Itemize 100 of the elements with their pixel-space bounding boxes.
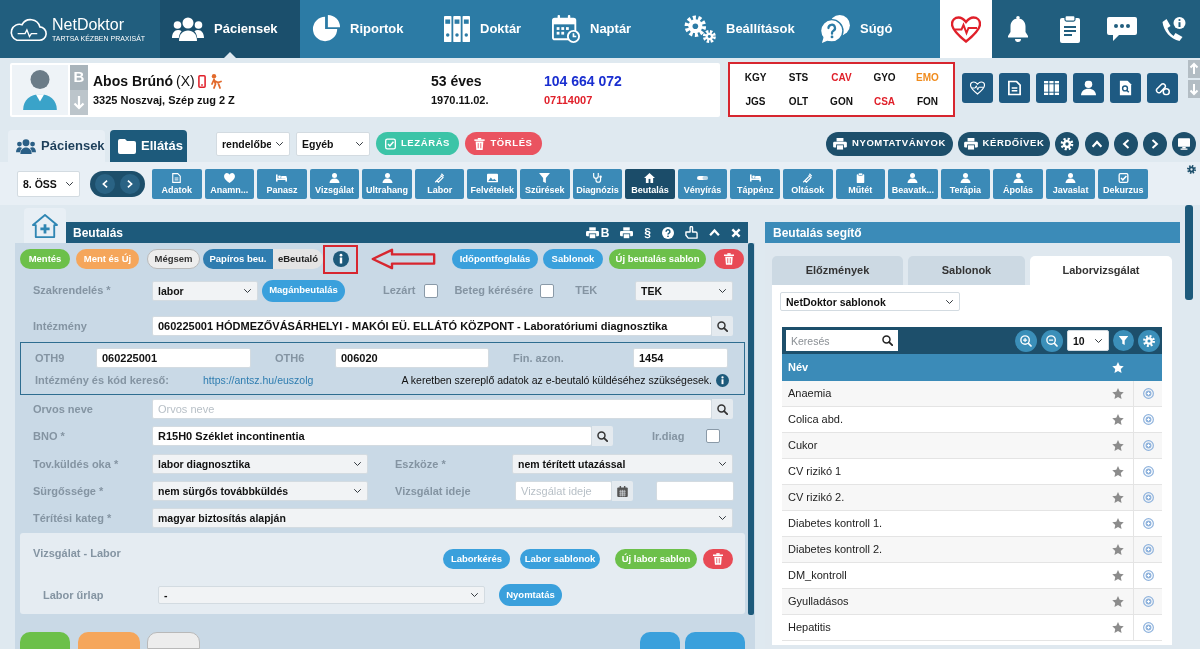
nav-tab[interactable]: Riportok (300, 0, 432, 58)
star-icon[interactable] (1112, 570, 1124, 581)
section-tab[interactable]: Dekurzus (1098, 168, 1148, 199)
section-tab[interactable]: Táppénz (730, 168, 780, 199)
reason-select[interactable]: labor diagnosztika (152, 454, 368, 474)
lab-request-button[interactable]: Laborkérés (443, 549, 510, 569)
person-icon[interactable] (1073, 73, 1104, 103)
code-field[interactable]: 060225001 (96, 348, 251, 368)
section-tab[interactable]: Ápolás (993, 168, 1043, 199)
plus-circle-icon[interactable] (1142, 596, 1154, 607)
star-icon[interactable] (1112, 440, 1124, 451)
print-b-button[interactable]: B (585, 226, 610, 239)
chevron-right-icon[interactable] (1143, 131, 1167, 156)
section-tab[interactable]: Felvételek (467, 168, 518, 199)
star-icon[interactable] (1112, 492, 1124, 503)
cancel-button[interactable]: Mégsem (147, 249, 200, 269)
document-search-icon[interactable] (1110, 73, 1141, 103)
plus-circle-icon[interactable] (1142, 570, 1154, 581)
section-select[interactable]: 8. ÖSS (17, 170, 80, 197)
phone-button[interactable] (1148, 0, 1200, 58)
settings-icon[interactable] (1187, 165, 1196, 174)
search-button[interactable] (876, 330, 898, 351)
chevron-up-icon[interactable] (1085, 131, 1109, 156)
section-sign-button[interactable]: § (644, 226, 651, 239)
star-icon[interactable] (1112, 596, 1124, 607)
scrollbar-thumb[interactable] (748, 243, 754, 615)
urgency-select[interactable]: nem sürgős továbbküldés (152, 481, 368, 501)
nav-tab[interactable]: Naptár (540, 0, 672, 58)
document-icon[interactable] (999, 73, 1030, 103)
section-tab[interactable]: Szűrések (520, 168, 570, 199)
zoom-out-icon[interactable] (1041, 329, 1063, 352)
search-button[interactable] (592, 426, 613, 446)
institution-field[interactable]: 060225001 HÓDMEZŐVÁSÁRHELYI - MAKÓI EÜ. ELLÁTÓ KÖZPONT - Laboratóriumi diagnosztika (152, 316, 712, 336)
star-icon[interactable] (1112, 414, 1124, 425)
date-field[interactable]: Vizsgálat ideje (515, 481, 612, 501)
chevron-right-icon[interactable] (120, 173, 140, 194)
diagnosis-field[interactable]: R15H0 Széklet incontinentia (152, 426, 592, 446)
lab-templates-button[interactable]: Labor sablonok (520, 549, 600, 569)
code-field[interactable]: 006020 (335, 348, 489, 368)
location-select[interactable]: rendelőbe (216, 131, 290, 156)
nav-tab[interactable]: Doktár (432, 0, 540, 58)
nav-tab[interactable]: Páciensek (160, 0, 300, 58)
hand-icon[interactable] (685, 226, 698, 239)
mode-toggle[interactable]: eBeutaló (273, 249, 323, 269)
questionnaires-button[interactable]: KÉRDŐÍVEK (958, 131, 1050, 156)
star-icon[interactable] (1112, 466, 1124, 477)
heart-pulse-button[interactable] (940, 0, 992, 58)
print-button[interactable]: Nyomtatás (499, 584, 562, 606)
checkbox[interactable] (706, 429, 721, 443)
star-icon[interactable] (1112, 544, 1124, 555)
transport-select[interactable]: nem térített utazással (512, 454, 733, 474)
section-tab[interactable]: Oltások (782, 168, 833, 199)
capsules-icon[interactable] (1147, 73, 1178, 103)
private-referral-button[interactable]: Magánbeutalás (262, 279, 345, 302)
section-tab[interactable]: Beavatk... (888, 168, 938, 199)
books-icon[interactable] (1036, 73, 1067, 103)
nav-tab[interactable]: Súgó (808, 0, 940, 58)
templates-button[interactable]: Sablonok (543, 249, 603, 269)
plus-circle-icon[interactable] (1142, 414, 1154, 425)
type-select[interactable]: Egyéb (296, 131, 370, 156)
tek-select[interactable]: TEK (635, 280, 733, 301)
section-tab[interactable]: Javaslat (1045, 168, 1096, 199)
close-icon[interactable] (731, 227, 741, 238)
section-tab[interactable]: Ultrahang (362, 168, 412, 199)
tab[interactable]: Ellátás (110, 130, 187, 162)
settings-icon[interactable] (1138, 329, 1160, 352)
chevron-up-icon[interactable] (709, 228, 720, 237)
star-icon[interactable] (1112, 622, 1124, 633)
partial-button[interactable] (685, 632, 745, 649)
tab[interactable]: Sablonok (908, 256, 1025, 285)
template-source-select[interactable]: NetDoktor sablonok (780, 292, 960, 311)
payment-select[interactable]: magyar biztosítás alapján (152, 508, 733, 528)
filter-icon[interactable] (1113, 330, 1134, 351)
delete-button[interactable] (714, 249, 744, 269)
mode-toggle[interactable]: Papíros beu. (203, 249, 273, 269)
plus-circle-icon[interactable] (1142, 440, 1154, 451)
star-icon[interactable] (1112, 388, 1124, 399)
section-tab[interactable]: Adatok (152, 168, 202, 199)
notifications-button[interactable] (992, 0, 1044, 58)
time-field[interactable] (656, 481, 734, 501)
delete-button[interactable] (703, 549, 733, 569)
section-tab[interactable]: Vizsgálat (309, 168, 360, 199)
search-button[interactable] (712, 316, 733, 336)
plus-circle-icon[interactable] (1142, 622, 1154, 633)
checkbox[interactable] (424, 283, 439, 298)
search-button[interactable] (712, 399, 733, 419)
home-tab[interactable] (24, 208, 66, 243)
calendar-button[interactable] (612, 481, 633, 501)
lab-form-select[interactable]: - (158, 586, 485, 604)
heart-pulse-icon[interactable] (962, 73, 993, 103)
info-icon[interactable] (716, 374, 729, 387)
specialty-select[interactable]: labor (152, 280, 258, 301)
zoom-in-icon[interactable] (1015, 329, 1037, 352)
help-icon[interactable] (662, 226, 674, 239)
section-tab[interactable]: Anamn... (204, 168, 255, 199)
print-button[interactable] (620, 226, 634, 239)
tab[interactable]: Előzmények (772, 256, 903, 285)
plus-circle-icon[interactable] (1142, 518, 1154, 529)
booking-button[interactable]: Időpontfoglalás (452, 249, 538, 269)
section-tab[interactable]: Vényírás (677, 168, 728, 199)
